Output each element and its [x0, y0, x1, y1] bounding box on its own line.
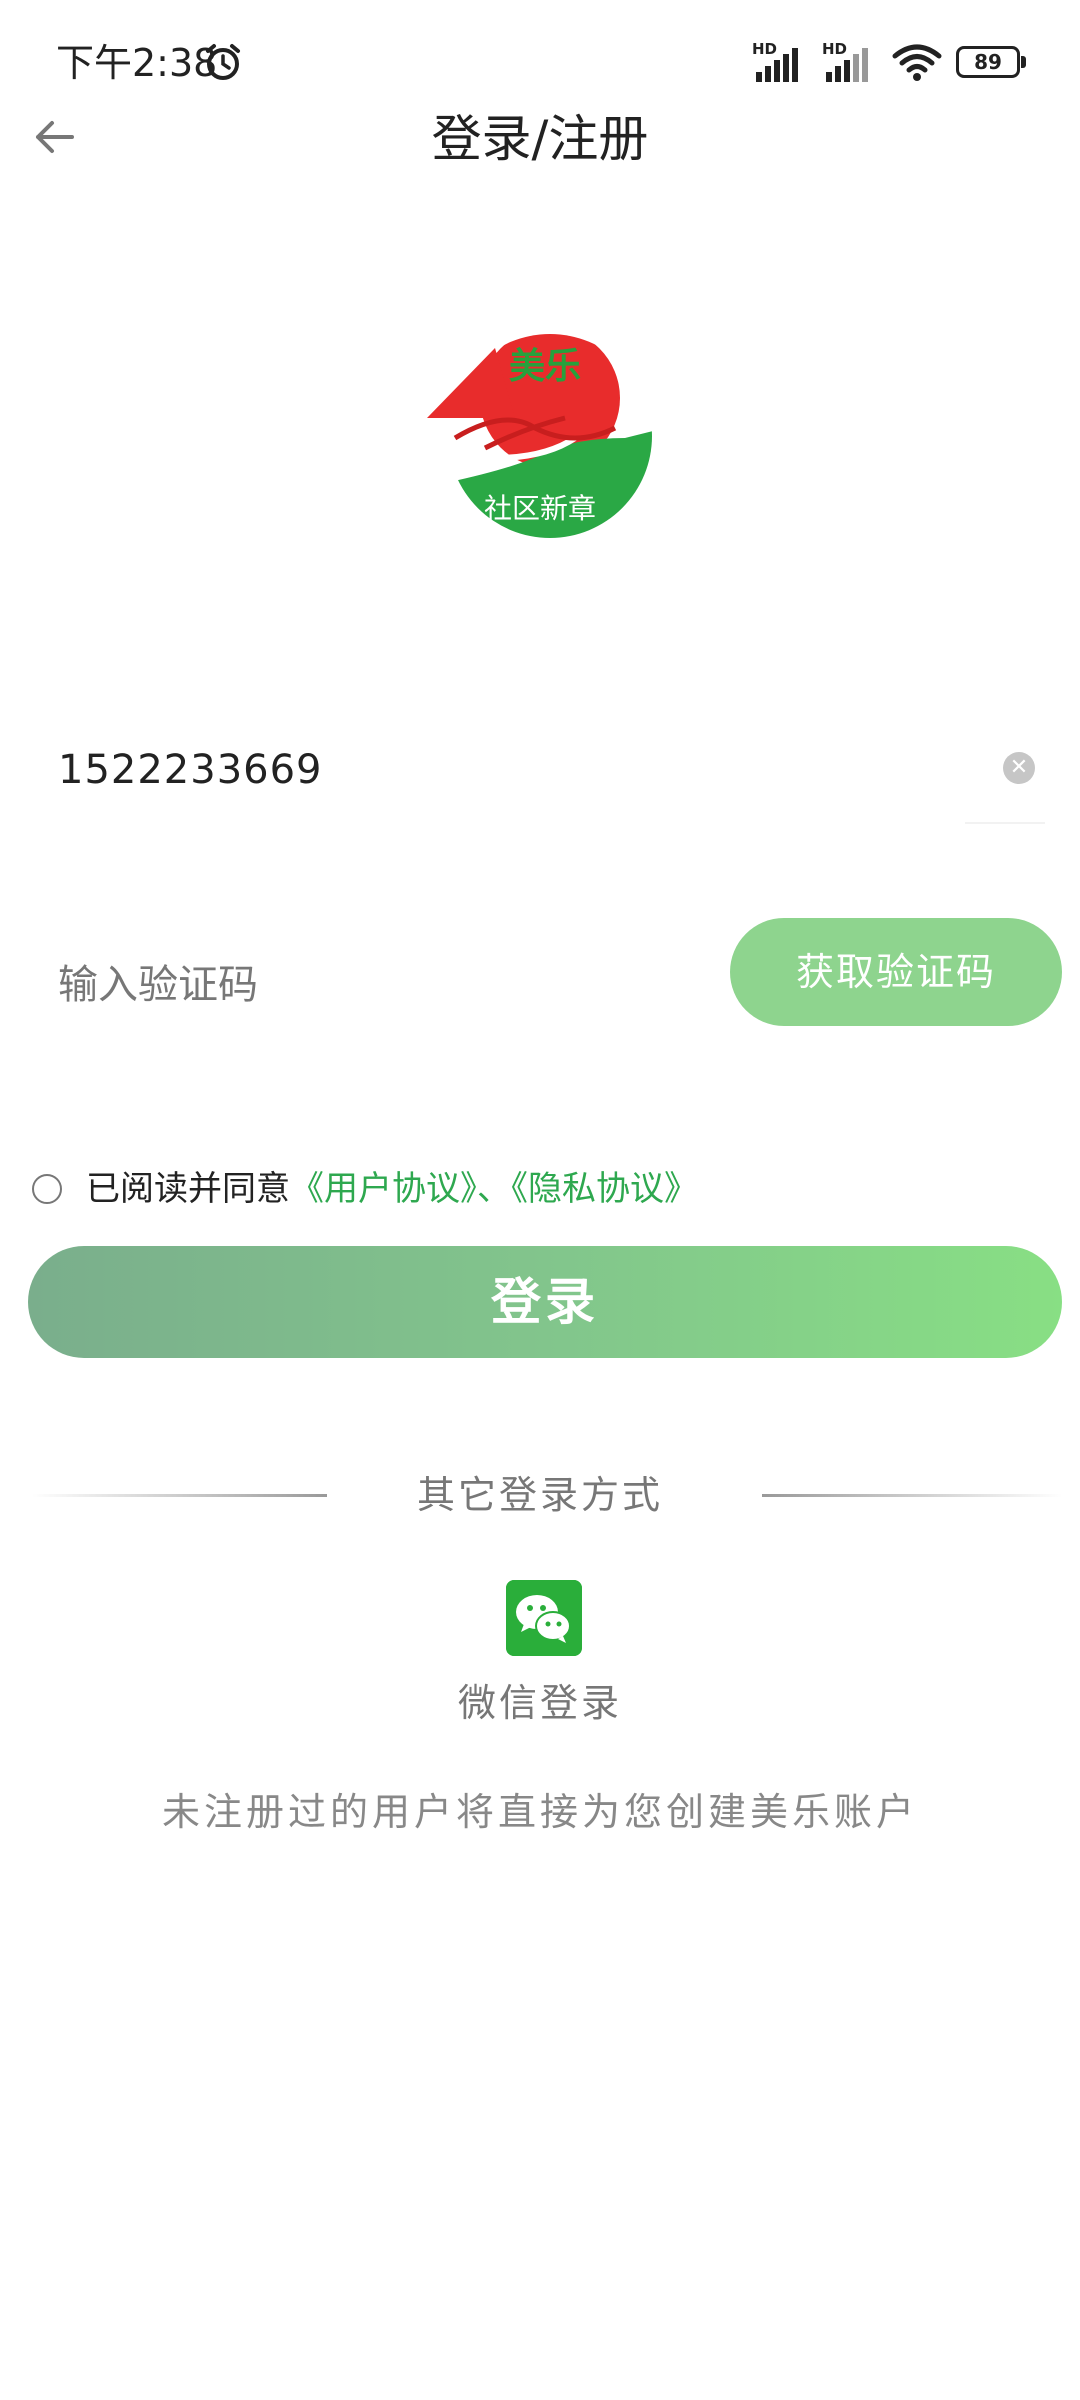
login-button[interactable]: 登录: [28, 1246, 1062, 1358]
agreement-prefix: 已阅读并同意: [86, 1169, 290, 1209]
agreement-text: 已阅读并同意《用户协议》、《隐私协议》: [86, 1166, 698, 1212]
privacy-agreement-link[interactable]: 《隐私协议》: [511, 1169, 698, 1209]
cellular-signal-icon: HD: [822, 40, 878, 84]
logo-top-text: 美乐: [509, 345, 581, 387]
divider-right: [762, 1494, 1062, 1497]
wechat-login-label[interactable]: 微信登录: [0, 1676, 1080, 1730]
registration-notice: 未注册过的用户将直接为您创建美乐账户: [161, 1790, 918, 1834]
logo-bottom-text: 社区新章: [484, 492, 596, 525]
user-agreement-link[interactable]: 《用户协议》: [290, 1169, 477, 1209]
agreement-radio[interactable]: [32, 1174, 62, 1204]
divider: [965, 822, 1045, 824]
wechat-icon[interactable]: [506, 1580, 582, 1656]
status-time: 下午2:38: [56, 41, 218, 85]
battery-icon: 89: [956, 46, 1026, 78]
status-indicators: HD HD 89: [752, 40, 1026, 84]
cellular-signal-icon: HD: [752, 40, 808, 84]
verification-code-input[interactable]: [58, 955, 678, 1015]
clear-input-icon[interactable]: ✕: [1003, 752, 1035, 784]
wifi-icon: [892, 44, 942, 81]
app-logo: 美乐 社区新章: [427, 334, 652, 538]
phone-number-field[interactable]: 1522233669: [58, 740, 323, 800]
agreement-separator: 、: [477, 1169, 511, 1209]
get-code-button[interactable]: 获取验证码: [730, 918, 1062, 1026]
page-title: 登录/注册: [431, 110, 649, 168]
alarm-icon: [206, 44, 240, 80]
